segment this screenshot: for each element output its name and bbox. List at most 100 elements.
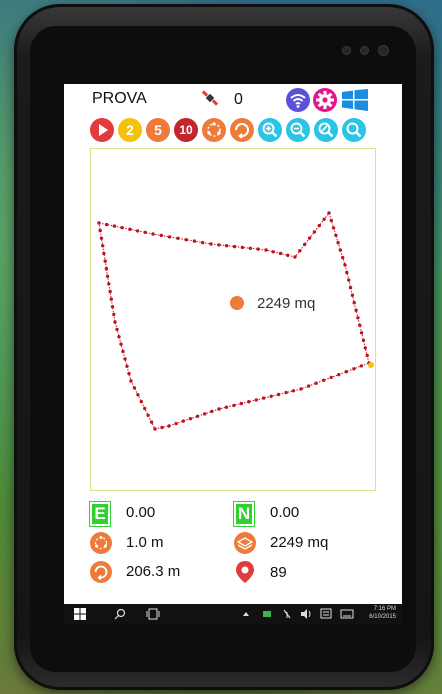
- survey-point: [98, 228, 102, 233]
- sensor-dot: [342, 46, 351, 55]
- zoom-fit-icon: [318, 122, 334, 138]
- survey-point: [97, 221, 101, 225]
- survey-point: [322, 378, 326, 382]
- clock-date: 6/10/2015: [369, 614, 396, 620]
- survey-point: [341, 255, 345, 260]
- zoom-search-button[interactable]: [342, 118, 366, 142]
- survey-point: [128, 227, 132, 231]
- survey-point: [347, 278, 351, 282]
- survey-point: [338, 248, 343, 252]
- survey-point: [112, 224, 117, 228]
- zoom-fit-button[interactable]: [314, 118, 338, 142]
- task-view-icon[interactable]: [146, 607, 160, 621]
- survey-point: [303, 242, 307, 247]
- survey-point: [112, 312, 116, 317]
- camera-lens: [378, 45, 389, 56]
- survey-point: [143, 406, 147, 411]
- survey-point: [291, 389, 296, 393]
- survey-point: [361, 338, 366, 343]
- survey-point: [254, 398, 258, 402]
- zoom-out-icon: [290, 122, 306, 138]
- survey-point: [209, 242, 213, 246]
- map-canvas[interactable]: 2249 mq: [90, 148, 376, 491]
- survey-point: [103, 259, 107, 263]
- perimeter-points-button[interactable]: [202, 118, 226, 142]
- east-badge: E: [89, 501, 111, 527]
- survey-point: [350, 293, 355, 297]
- project-title: PROVA: [92, 90, 147, 107]
- map-area-label: 2249 mq: [257, 295, 316, 312]
- action-center-icon[interactable]: [320, 607, 332, 621]
- survey-point: [327, 211, 331, 215]
- survey-point: [123, 357, 127, 361]
- map-pin-icon: [236, 561, 254, 583]
- chevron-up-icon[interactable]: [242, 607, 250, 621]
- survey-point: [344, 370, 348, 374]
- survey-point: [119, 342, 123, 346]
- network-icon[interactable]: [282, 607, 292, 621]
- wifi-button[interactable]: [286, 88, 310, 112]
- survey-point: [151, 232, 155, 236]
- spacing-value: 1.0 m: [126, 534, 164, 551]
- survey-point: [210, 409, 214, 414]
- volume-icon[interactable]: [300, 607, 312, 621]
- survey-point: [317, 223, 321, 228]
- survey-point: [167, 235, 172, 239]
- survey-point: [248, 246, 252, 250]
- area-marker-icon: [230, 296, 244, 310]
- survey-point: [160, 425, 164, 430]
- survey-point: [203, 412, 207, 416]
- survey-point: [356, 316, 360, 320]
- windows-taskbar: 7:16 PM 6/10/2015: [64, 604, 402, 624]
- measure-5-button[interactable]: 5: [146, 118, 170, 142]
- survey-point: [247, 400, 251, 404]
- survey-point: [232, 244, 237, 249]
- survey-point: [239, 401, 244, 406]
- windows-logo-icon[interactable]: [342, 89, 368, 111]
- survey-point: [105, 274, 110, 278]
- survey-point: [359, 331, 364, 335]
- survey-point: [306, 384, 311, 388]
- survey-point: [224, 405, 229, 409]
- survey-point: [104, 267, 109, 271]
- survey-point: [312, 230, 317, 234]
- taskbar-clock[interactable]: 7:16 PM 6/10/2015: [369, 605, 396, 621]
- survey-point: [176, 236, 180, 240]
- survey-point: [276, 392, 281, 397]
- survey-point: [271, 250, 275, 254]
- satellite-icon: [201, 90, 219, 106]
- survey-point: [329, 375, 333, 380]
- survey-point: [125, 364, 129, 368]
- survey-point: [352, 367, 356, 371]
- survey-point: [136, 393, 140, 397]
- east-value: 0.00: [126, 504, 156, 521]
- zoom-search-icon: [346, 122, 362, 138]
- perimeter-points-icon: [207, 122, 221, 137]
- survey-point: [329, 218, 333, 223]
- survey-point: [278, 251, 283, 256]
- settings-button[interactable]: [313, 88, 337, 112]
- survey-point: [159, 233, 163, 238]
- zoom-in-button[interactable]: [258, 118, 282, 142]
- survey-point: [363, 346, 367, 350]
- measure-10-button[interactable]: 10: [174, 118, 198, 142]
- polygon-rotate-button[interactable]: [230, 118, 254, 142]
- tablet-mode-icon[interactable]: [262, 607, 272, 621]
- keyboard-icon[interactable]: [340, 607, 354, 621]
- start-button-icon[interactable]: [74, 607, 86, 621]
- survey-point: [121, 349, 125, 354]
- measure-2-button[interactable]: 2: [118, 118, 142, 142]
- wifi-icon: [290, 94, 306, 108]
- survey-point: [153, 427, 157, 431]
- survey-point: [129, 379, 133, 383]
- search-icon[interactable]: [114, 607, 126, 621]
- survey-point: [108, 289, 112, 294]
- survey-point: [217, 243, 221, 247]
- play-button[interactable]: [90, 118, 114, 142]
- survey-point: [269, 394, 273, 398]
- gps-position-marker: [368, 362, 374, 368]
- survey-point: [298, 249, 302, 253]
- zoom-out-button[interactable]: [286, 118, 310, 142]
- survey-point: [107, 282, 111, 286]
- survey-point: [284, 390, 288, 395]
